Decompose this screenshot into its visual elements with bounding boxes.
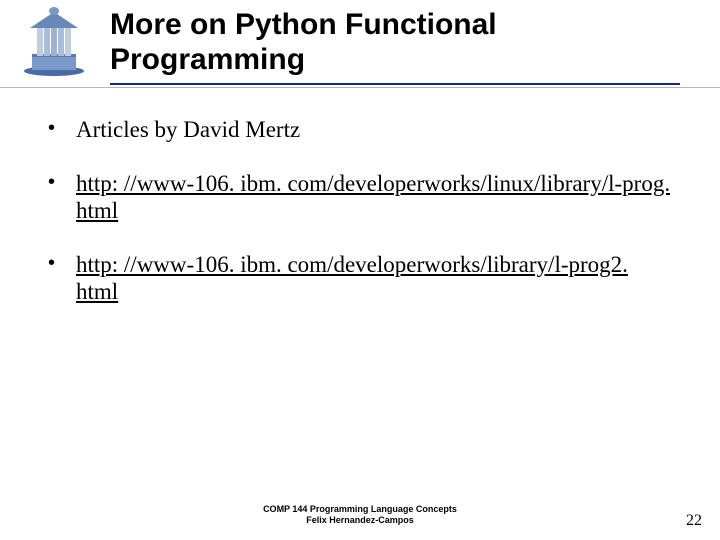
slide-title: More on Python Functional Programming xyxy=(110,8,680,85)
footer-author: Felix Hernandez-Campos xyxy=(0,515,720,526)
bullet-item: • http: //www-106. ibm. com/developerwor… xyxy=(48,251,672,306)
title-divider-shadow xyxy=(0,87,720,88)
bullet-dot-icon: • xyxy=(48,116,76,144)
page-number: 22 xyxy=(686,512,702,530)
link-text[interactable]: http: //www-106. ibm. com/developerworks… xyxy=(76,170,672,225)
well-icon xyxy=(18,6,90,78)
slide-footer: COMP 144 Programming Language Concepts F… xyxy=(0,504,720,526)
link-text[interactable]: http: //www-106. ibm. com/developerworks… xyxy=(76,251,672,306)
slide-content: • Articles by David Mertz • http: //www-… xyxy=(48,116,672,306)
bullet-item: • Articles by David Mertz xyxy=(48,116,672,144)
footer-course: COMP 144 Programming Language Concepts xyxy=(0,504,720,515)
bullet-item: • http: //www-106. ibm. com/developerwor… xyxy=(48,170,672,225)
unc-logo xyxy=(18,6,90,78)
bullet-dot-icon: • xyxy=(48,251,76,306)
slide-header: More on Python Functional Programming xyxy=(0,0,720,88)
bullet-dot-icon: • xyxy=(48,170,76,225)
bullet-text: Articles by David Mertz xyxy=(76,116,672,144)
